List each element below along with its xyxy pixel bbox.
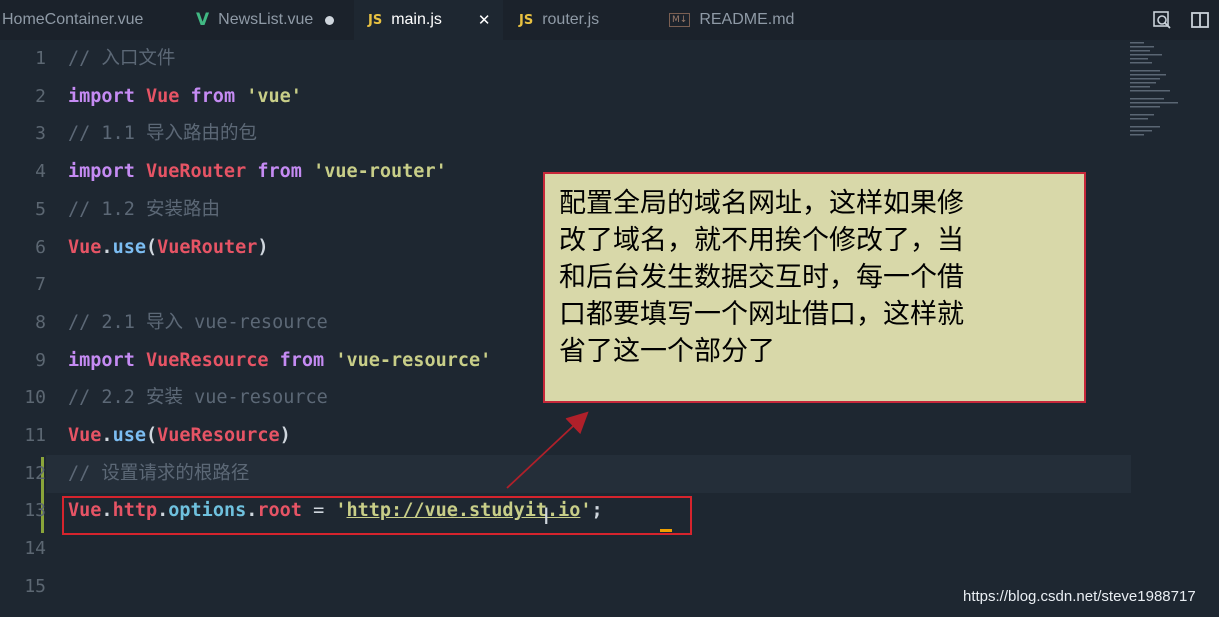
watermark: https://blog.csdn.net/steve1988717 (963, 588, 1196, 605)
annotation-callout: 配置全局的域名网址，这样如果修 改了域名，就不用挨个修改了，当 和后台发生数据交… (543, 172, 1086, 403)
